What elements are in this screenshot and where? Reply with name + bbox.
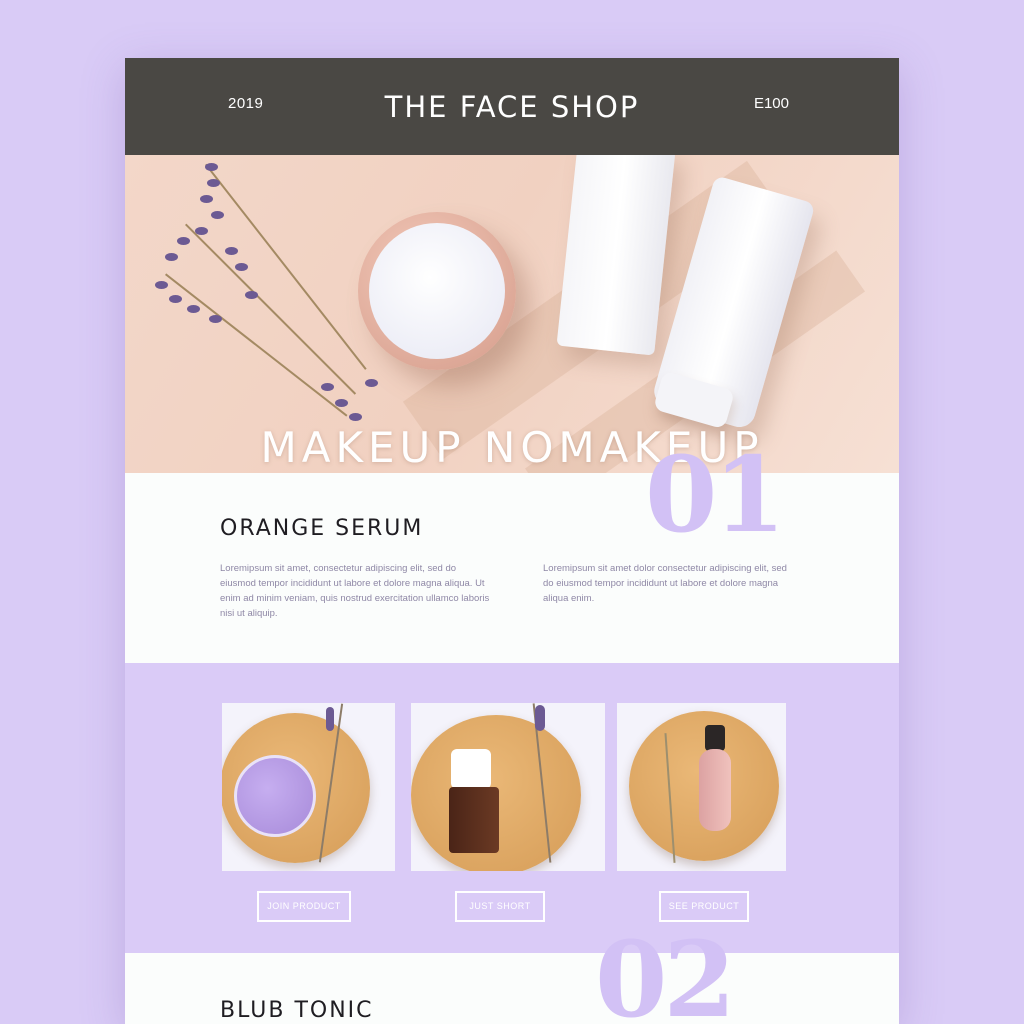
product-card[interactable] bbox=[617, 703, 786, 871]
product-card[interactable] bbox=[411, 703, 605, 871]
lavender-bud bbox=[535, 705, 545, 731]
section-title-2: BLUB TONIC bbox=[220, 998, 374, 1023]
product-button-1[interactable]: JOIN PRODUCT bbox=[257, 891, 351, 922]
section-paragraph-left: Loremipsum sit amet, consectetur adipisc… bbox=[220, 563, 490, 619]
header-price: E100 bbox=[753, 95, 789, 112]
dropper-cap bbox=[451, 749, 491, 789]
pink-bottle-icon bbox=[699, 749, 731, 831]
hero-headline: MAKEUP NOMAKEUP bbox=[260, 423, 764, 472]
cream-surface bbox=[369, 223, 505, 359]
site-header: 2019 THE FACE SHOP E100 bbox=[125, 58, 899, 155]
product-card[interactable] bbox=[222, 703, 395, 871]
hero-image: MAKEUP NOMAKEUP bbox=[125, 155, 899, 473]
lavender-bud bbox=[326, 707, 334, 731]
lavender-cream-icon bbox=[234, 755, 316, 837]
bottle-cap bbox=[705, 725, 725, 751]
section-number-2: 02 bbox=[595, 918, 736, 1024]
cosmetic-tube-icon bbox=[556, 155, 676, 356]
section-number: 01 bbox=[645, 433, 786, 556]
section-paragraph-right: Loremipsum sit amet dolor consectetur ad… bbox=[543, 563, 787, 604]
page-card: 2019 THE FACE SHOP E100 MAKEUP NOMAKEUP … bbox=[125, 58, 899, 1024]
section-title: ORANGE SERUM bbox=[220, 516, 424, 541]
serum-bottle-icon bbox=[449, 787, 499, 853]
products-section: JOIN PRODUCT JUST SHORT SEE PRODUCT bbox=[125, 663, 899, 953]
product-button-2[interactable]: JUST SHORT bbox=[455, 891, 545, 922]
